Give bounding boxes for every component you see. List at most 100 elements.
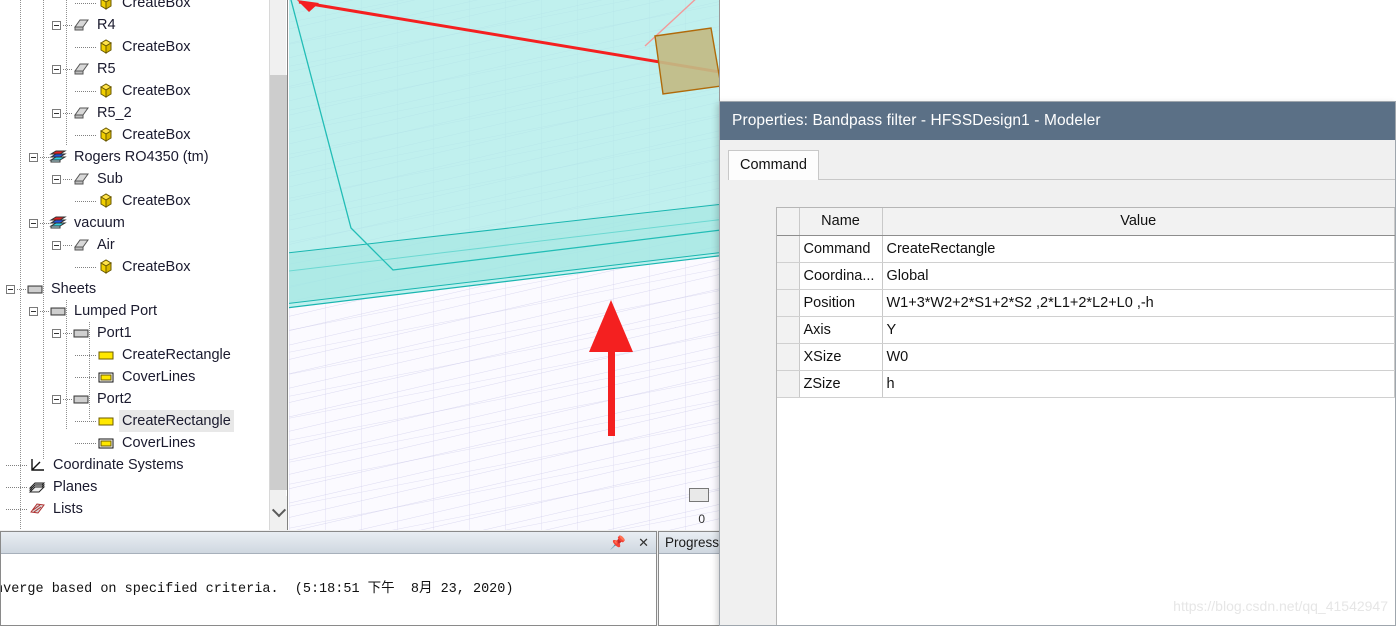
property-name: Coordina... — [799, 262, 883, 290]
application-window: 0 CreateBox R4 CreateBox R5 CreateBox R5_2 Cre… — [0, 0, 1396, 626]
row-handle[interactable] — [777, 370, 800, 398]
progress-panel[interactable]: Progress — [658, 531, 720, 626]
collapse-toggle-icon[interactable] — [52, 174, 61, 184]
tree-item-coverlines[interactable]: CoverLines — [0, 366, 260, 388]
tree-connector — [63, 68, 72, 70]
tree-item-port2[interactable]: Port2 — [0, 388, 260, 410]
collapse-toggle-icon[interactable] — [52, 394, 61, 404]
tree-item-lists[interactable]: Lists — [0, 498, 260, 520]
tree-item-createbox[interactable]: CreateBox — [0, 80, 260, 102]
sheet-3d-icon — [72, 61, 90, 77]
property-value[interactable]: W0 — [882, 343, 1395, 371]
row-handle[interactable] — [777, 262, 800, 290]
collapse-toggle-icon[interactable] — [29, 218, 38, 228]
sheet-gray-icon — [72, 325, 90, 341]
tree-connector — [40, 222, 49, 224]
property-value[interactable]: Y — [882, 316, 1395, 344]
table-row[interactable]: ZSize h — [777, 370, 1395, 398]
tree-item-createbox[interactable]: CreateBox — [0, 36, 260, 58]
scroll-down-icon[interactable] — [270, 496, 287, 530]
tree-item-planes[interactable]: Planes — [0, 476, 260, 498]
collapse-toggle-icon[interactable] — [29, 306, 38, 316]
collapse-toggle-icon[interactable] — [6, 284, 15, 294]
properties-table: Name Value Command CreateRectangle Coordin… — [777, 208, 1395, 398]
tree-item-r4[interactable]: R4 — [0, 14, 260, 36]
table-row[interactable]: Coordina... Global — [777, 262, 1395, 290]
column-header-handle[interactable] — [777, 208, 800, 236]
row-handle[interactable] — [777, 289, 800, 317]
property-value[interactable]: Global — [882, 262, 1395, 290]
box-solid-icon — [97, 259, 115, 275]
tree-item-label: Port2 — [97, 391, 132, 407]
properties-table-container[interactable]: Name Value Command CreateRectangle Coordin… — [776, 207, 1395, 625]
property-name: Command — [799, 235, 883, 263]
collapse-toggle-icon[interactable] — [52, 240, 61, 250]
row-handle[interactable] — [777, 235, 800, 263]
tree-item-label: CreateBox — [122, 39, 191, 55]
tree-connector — [75, 266, 97, 268]
tree-item-createbox[interactable]: CreateBox — [0, 190, 260, 212]
tree-connector — [63, 332, 72, 334]
tree-item-air[interactable]: Air — [0, 234, 260, 256]
tab-command[interactable]: Command — [728, 150, 819, 180]
tree-vertical-scrollbar[interactable] — [269, 0, 287, 530]
table-row[interactable]: Position W1+3*W2+2*S1+2*S2 ,2*L1+2*L2+L0 … — [777, 289, 1395, 317]
collapse-toggle-icon[interactable] — [52, 64, 61, 74]
properties-dialog[interactable]: Properties: Bandpass filter - HFSSDesign… — [719, 101, 1396, 626]
tree-item-sheets[interactable]: Sheets — [0, 278, 260, 300]
tree-item-label: CreateBox — [122, 193, 191, 209]
collapse-toggle-icon[interactable] — [29, 152, 38, 162]
tree-item-label: Sheets — [51, 281, 97, 297]
properties-tabstrip[interactable]: Command — [728, 150, 1395, 180]
collapse-toggle-icon[interactable] — [52, 108, 61, 118]
tree-item-port1[interactable]: Port1 — [0, 322, 260, 344]
tree-item-coordinate-systems[interactable]: Coordinate Systems — [0, 454, 260, 476]
message-panel[interactable]: 📌 ✕ ) nverge based on specified criteria… — [0, 531, 657, 626]
3d-modeler-viewport[interactable]: 0 — [289, 0, 720, 530]
tree-item-createbox[interactable]: CreateBox — [0, 0, 260, 14]
tree-item-sub[interactable]: Sub — [0, 168, 260, 190]
tree-item-label: R4 — [97, 17, 116, 33]
progress-panel-title: Progress — [659, 532, 719, 554]
property-value[interactable]: W1+3*W2+2*S1+2*S2 ,2*L1+2*L2+L0 ,-h — [882, 289, 1395, 317]
table-row[interactable]: Command CreateRectangle — [777, 235, 1395, 263]
property-value[interactable]: h — [882, 370, 1395, 398]
tree-item-label: Lumped Port — [74, 303, 158, 319]
sheet-3d-icon — [72, 105, 90, 121]
tree-scrollbar-thumb[interactable] — [270, 75, 287, 490]
tree-item-vacuum[interactable]: vacuum — [0, 212, 260, 234]
tree-item-label: Sub — [97, 171, 123, 187]
tree-item-createrectangle[interactable]: CreateRectangle — [0, 410, 260, 432]
tree-item-r5-2[interactable]: R5_2 — [0, 102, 260, 124]
message-list[interactable]: ) nverge based on specified criteria. (5… — [1, 555, 656, 625]
tree-item-createbox[interactable]: CreateBox — [0, 124, 260, 146]
tree-item-rogers-ro4350-tm[interactable]: Rogers RO4350 (tm) — [0, 146, 260, 168]
row-handle[interactable] — [777, 316, 800, 344]
collapse-toggle-icon[interactable] — [52, 20, 61, 30]
tree-item-label: CoverLines — [122, 369, 196, 385]
pin-icon[interactable]: 📌 — [609, 536, 627, 549]
tree-item-r5[interactable]: R5 — [0, 58, 260, 80]
tree-item-lumped-port[interactable]: Lumped Port — [0, 300, 260, 322]
tree-item-label: R5 — [97, 61, 116, 77]
tree-connector — [63, 24, 72, 26]
project-tree-panel[interactable]: CreateBox R4 CreateBox R5 CreateBox R5_2 Creat… — [0, 0, 288, 530]
tree-item-createrectangle[interactable]: CreateRectangle — [0, 344, 260, 366]
tree-item-label: CreateBox — [122, 83, 191, 99]
collapse-toggle-icon[interactable] — [52, 328, 61, 338]
table-row[interactable]: XSize W0 — [777, 343, 1395, 371]
column-header-value[interactable]: Value — [882, 208, 1395, 236]
tree-connector — [75, 46, 97, 48]
viewport-corner-marker — [689, 488, 709, 502]
table-row[interactable]: Axis Y — [777, 316, 1395, 344]
tree-item-createbox[interactable]: CreateBox — [0, 256, 260, 278]
project-tree[interactable]: CreateBox R4 CreateBox R5 CreateBox R5_2 Creat… — [0, 0, 260, 530]
box-solid-icon — [97, 127, 115, 143]
viewport-origin-label: 0 — [698, 512, 705, 526]
row-handle[interactable] — [777, 343, 800, 371]
tree-item-coverlines[interactable]: CoverLines — [0, 432, 260, 454]
close-icon[interactable]: ✕ — [637, 536, 650, 549]
column-header-name[interactable]: Name — [799, 208, 883, 236]
properties-dialog-titlebar[interactable]: Properties: Bandpass filter - HFSSDesign… — [720, 102, 1395, 140]
property-value[interactable]: CreateRectangle — [882, 235, 1395, 263]
